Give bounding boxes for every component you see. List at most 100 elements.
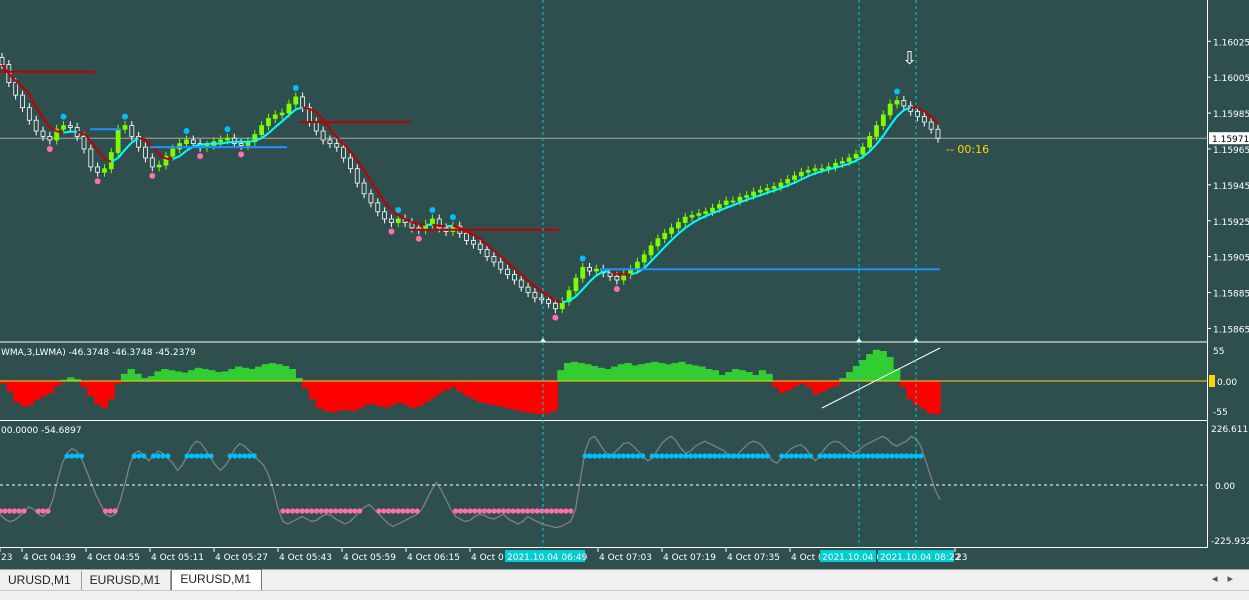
chart-window[interactable]: -- 00:16⇩ WMA,3,LWMA) -46.3748 -46.3748 … bbox=[0, 0, 1249, 599]
cci-high-dot bbox=[683, 453, 688, 458]
candle-body bbox=[342, 147, 346, 158]
cci-low-dot bbox=[463, 508, 468, 513]
cci-low-dot bbox=[501, 508, 506, 513]
down-arrow-icon: ⇩ bbox=[902, 48, 917, 69]
candle-body bbox=[362, 183, 366, 194]
cci-high-dot bbox=[918, 453, 923, 458]
candle-body bbox=[465, 233, 469, 240]
price-tick-label: 1.15865 bbox=[1213, 325, 1249, 335]
price-tick-label: 1.15925 bbox=[1213, 218, 1249, 228]
cci-high-dot bbox=[654, 453, 659, 458]
candle-body bbox=[478, 244, 482, 249]
cci-high-dot bbox=[232, 453, 237, 458]
candle-body bbox=[301, 97, 305, 108]
cci-high-dot bbox=[204, 453, 209, 458]
chart-tab-bar: URUSD,M1 EURUSD,M1 EURUSD,M1 ◂▸ bbox=[0, 569, 1249, 590]
chart-tab[interactable]: EURUSD,M1 bbox=[82, 571, 172, 590]
osc-histogram-bar bbox=[819, 381, 826, 392]
candle-body bbox=[321, 131, 325, 140]
osc-histogram-bar bbox=[410, 381, 417, 408]
ma-line-segment bbox=[248, 141, 255, 142]
osc-histogram-bar bbox=[812, 381, 819, 394]
chart-background bbox=[0, 0, 1249, 569]
cci-high-dot bbox=[818, 453, 823, 458]
tab-scroll-arrows[interactable]: ◂▸ bbox=[1212, 572, 1243, 585]
osc-histogram-bar bbox=[322, 381, 329, 411]
cci-high-dot bbox=[899, 453, 904, 458]
tab-scroll-left-icon[interactable]: ◂ bbox=[1212, 572, 1228, 585]
osc-histogram-bar bbox=[698, 367, 705, 381]
osc-histogram-bar bbox=[7, 381, 14, 392]
cci-high-dot bbox=[630, 453, 635, 458]
cci-low-dot bbox=[520, 508, 525, 513]
osc-histogram-bar bbox=[188, 370, 195, 381]
cci-low-dot bbox=[2, 508, 7, 513]
candle-body bbox=[157, 165, 161, 167]
candle-body bbox=[485, 249, 489, 256]
candle-body bbox=[683, 217, 687, 222]
osc-histogram-bar bbox=[302, 381, 309, 388]
swing-low-dot bbox=[388, 229, 394, 235]
candle-body bbox=[574, 278, 578, 291]
candle-body bbox=[745, 196, 749, 198]
candle-body bbox=[499, 262, 503, 269]
osc-histogram-bar bbox=[739, 370, 746, 381]
cci-high-dot bbox=[650, 453, 655, 458]
cci-low-dot bbox=[477, 508, 482, 513]
ma-line-segment bbox=[432, 225, 439, 226]
ma-line-segment bbox=[446, 226, 453, 227]
candle-body bbox=[260, 126, 264, 135]
osc-histogram-bar bbox=[571, 362, 578, 381]
swing-high-dot bbox=[122, 114, 128, 120]
chart-tab[interactable]: URUSD,M1 bbox=[0, 571, 82, 590]
cci-high-dot bbox=[736, 453, 741, 458]
swing-high-dot bbox=[395, 207, 401, 213]
time-tick-label: 4 Oct 04:55 bbox=[87, 553, 140, 563]
candle-body bbox=[287, 104, 291, 113]
osc-histogram-bar bbox=[618, 364, 625, 381]
chart-tab-active[interactable]: EURUSD,M1 bbox=[171, 569, 262, 591]
swing-low-dot bbox=[416, 236, 422, 242]
osc-histogram-bar bbox=[873, 350, 880, 381]
candle-body bbox=[704, 212, 708, 214]
cci-high-dot bbox=[702, 453, 707, 458]
osc-histogram-bar bbox=[638, 364, 645, 381]
osc-histogram-bar bbox=[906, 381, 913, 399]
osc-histogram-bar bbox=[128, 369, 135, 381]
osc-histogram-bar bbox=[309, 381, 316, 399]
cci-low-dot bbox=[535, 508, 540, 513]
cci-high-dot bbox=[156, 453, 161, 458]
time-tick-label: 4 Oct 05:27 bbox=[215, 553, 268, 563]
candle-body bbox=[724, 201, 728, 205]
cci-high-dot bbox=[194, 453, 199, 458]
time-tick-label: 4 Oct 05:59 bbox=[343, 553, 396, 563]
cci-low-dot bbox=[525, 508, 530, 513]
candle-body bbox=[717, 205, 721, 209]
cci-high-dot bbox=[722, 453, 727, 458]
price-chart-svg[interactable]: -- 00:16⇩ WMA,3,LWMA) -46.3748 -46.3748 … bbox=[0, 0, 1249, 569]
cci-low-dot bbox=[458, 508, 463, 513]
candle-body bbox=[335, 144, 339, 148]
cci-high-dot bbox=[779, 453, 784, 458]
osc-histogram-bar bbox=[725, 372, 732, 381]
cci-high-dot bbox=[184, 453, 189, 458]
cci-high-dot bbox=[616, 453, 621, 458]
candle-body bbox=[376, 203, 380, 212]
candle-body bbox=[929, 122, 933, 129]
osc-histogram-bar bbox=[631, 365, 638, 381]
cci-high-dot bbox=[717, 453, 722, 458]
cci-high-dot bbox=[909, 453, 914, 458]
osc-histogram-bar bbox=[786, 381, 793, 390]
tab-scroll-right-icon[interactable]: ▸ bbox=[1227, 572, 1243, 585]
candle-body bbox=[840, 162, 844, 164]
ma-line-segment bbox=[227, 142, 234, 143]
osc-histogram-bar bbox=[396, 381, 403, 403]
cci-low-dot bbox=[563, 508, 568, 513]
cci-high-dot bbox=[626, 453, 631, 458]
cci-high-dot bbox=[784, 453, 789, 458]
cci-low-dot bbox=[295, 508, 300, 513]
osc-histogram-bar bbox=[423, 381, 430, 402]
osc-histogram-bar bbox=[765, 374, 772, 381]
candle-body bbox=[806, 171, 810, 173]
candle-body bbox=[471, 240, 475, 244]
